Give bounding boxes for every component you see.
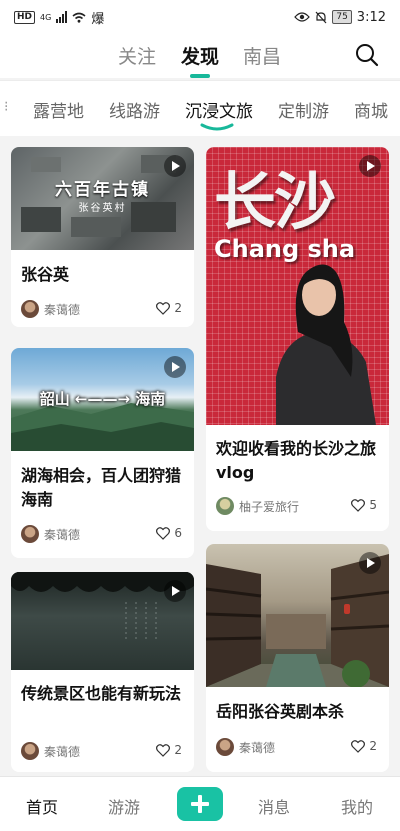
tab-custom-tour[interactable]: 定制游 (278, 97, 329, 122)
nav-profile[interactable]: 我的 (341, 794, 373, 818)
eye-icon (294, 12, 311, 22)
author-name: 秦蔼德 (44, 527, 81, 542)
tab-discover[interactable]: 发现 (181, 42, 219, 69)
avatar (216, 497, 234, 515)
like-count: 2 (174, 743, 182, 757)
like-button[interactable]: 6 (156, 526, 182, 540)
author-name: 秦蔼德 (44, 302, 81, 317)
like-count: 5 (369, 498, 377, 512)
heart-icon (351, 739, 366, 753)
play-icon (359, 552, 381, 574)
card-author[interactable]: 秦蔼德 (21, 525, 80, 543)
tab-nanchang[interactable]: 南昌 (243, 42, 281, 69)
heart-icon (156, 743, 171, 757)
nav-youyou[interactable]: 游游 (108, 794, 140, 818)
play-icon (164, 155, 186, 177)
card-thumbnail: 六百年古镇 张谷英村 (11, 147, 194, 250)
wifi-icon (72, 12, 86, 23)
card-hainan-group[interactable]: 韶山 ←——→ 海南 湖海相会，百人团狩猎海南 秦蔼德 6 (11, 348, 194, 558)
heart-icon (156, 301, 171, 315)
avatar (21, 300, 39, 318)
like-button[interactable]: 5 (351, 498, 377, 512)
add-post-button[interactable] (177, 787, 223, 821)
like-count: 6 (174, 526, 182, 540)
avatar (21, 742, 39, 760)
mute-bell-icon (315, 11, 327, 23)
like-button[interactable]: 2 (156, 301, 182, 315)
bottom-nav: 首页 游游 消息 我的 (0, 776, 400, 831)
like-count: 2 (369, 739, 377, 753)
app-notification-icon: 爆 (91, 11, 105, 27)
author-name: 秦蔼德 (44, 744, 81, 759)
card-thumbnail: 长沙 Chang sha (206, 147, 389, 425)
like-button[interactable]: 2 (156, 743, 182, 757)
top-tab-bar: 关注 发现 南昌 (0, 34, 400, 78)
clock: 3:12 (356, 9, 386, 25)
thumb-title-text: 韶山 ←——→ 海南 (39, 390, 166, 408)
thumb-subtitle-text: 张谷英村 (78, 203, 127, 214)
play-icon (359, 155, 381, 177)
like-button[interactable]: 2 (351, 739, 377, 753)
card-changsha-vlog[interactable]: 长沙 Chang sha 欢迎收看我的长沙之旅vlog 柚子爱旅行 5 (206, 147, 389, 531)
card-thumbnail: 韶山 ←——→ 海南 (11, 348, 194, 451)
card-title: 传统景区也能有新玩法 (21, 684, 182, 703)
card-traditional-scenic[interactable]: 传统景区也能有新玩法 秦蔼德 2 (11, 572, 194, 772)
card-author[interactable]: 秦蔼德 (21, 742, 80, 760)
card-author[interactable]: 柚子爱旅行 (216, 497, 299, 515)
tab-following[interactable]: 关注 (118, 42, 156, 69)
card-title: 岳阳张谷英剧本杀 (216, 702, 345, 721)
scroll-edge-marker: ⁝ (4, 99, 9, 115)
play-icon (164, 580, 186, 602)
play-icon (164, 356, 186, 378)
card-title: 湖海相会，百人团狩猎海南 (21, 466, 182, 509)
author-name: 秦蔼德 (239, 740, 276, 755)
tab-indicator (190, 74, 210, 78)
thumb-title-text: 六百年古镇 (55, 180, 150, 200)
tab-immersive-culture[interactable]: 沉浸文旅 (185, 97, 253, 122)
author-name: 柚子爱旅行 (239, 499, 300, 514)
network-label: 4G (40, 12, 52, 22)
tab-campsite[interactable]: 露营地 (33, 97, 84, 122)
card-author[interactable]: 秦蔼德 (216, 738, 275, 756)
card-zhangguying[interactable]: 六百年古镇 张谷英村 张谷英 秦蔼德 2 (11, 147, 194, 327)
status-bar: HD 4G 爆 75 3:12 (0, 0, 400, 34)
tab-mall[interactable]: 商城 (354, 97, 388, 122)
nav-messages[interactable]: 消息 (258, 794, 290, 818)
category-tab-bar: ⁝ 露营地 线路游 沉浸文旅 定制游 商城 (0, 80, 400, 136)
like-count: 2 (174, 301, 182, 315)
tab-route-tour[interactable]: 线路游 (109, 97, 160, 122)
card-thumbnail (11, 572, 194, 670)
category-indicator (200, 123, 234, 131)
battery-icon: 75 (332, 10, 352, 24)
card-title: 欢迎收看我的长沙之旅vlog (216, 439, 377, 482)
hd-badge: HD (14, 10, 36, 24)
card-author[interactable]: 秦蔼德 (21, 300, 80, 318)
person-photo (276, 264, 376, 425)
signal-icon (56, 11, 68, 23)
feed[interactable]: 六百年古镇 张谷英村 张谷英 秦蔼德 2 长沙 Chang sha 欢迎收看我的… (0, 136, 400, 776)
avatar (21, 525, 39, 543)
card-yueyang-script[interactable]: 岳阳张谷英剧本杀 秦蔼德 2 (206, 544, 389, 772)
nav-home[interactable]: 首页 (26, 794, 58, 818)
card-title: 张谷英 (21, 265, 70, 284)
search-icon[interactable] (354, 42, 380, 68)
heart-icon (351, 498, 366, 512)
avatar (216, 738, 234, 756)
heart-icon (156, 526, 171, 540)
card-thumbnail (206, 544, 389, 687)
